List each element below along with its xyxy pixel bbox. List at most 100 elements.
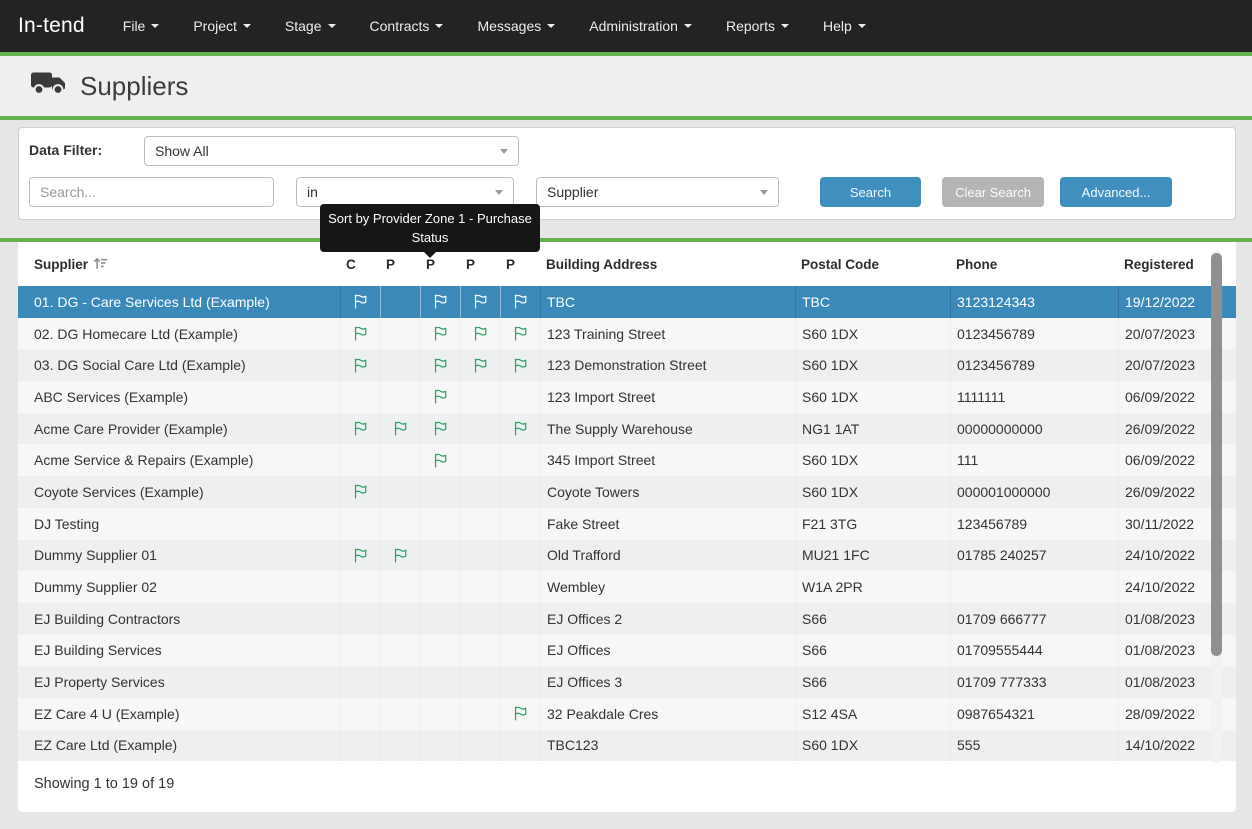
flag-icon xyxy=(352,483,369,500)
menu-administration[interactable]: Administration xyxy=(589,18,692,34)
flag-cell xyxy=(380,413,420,445)
flag-cell xyxy=(420,413,460,445)
postal-code: W1A 2PR xyxy=(795,571,950,603)
menu-file[interactable]: File xyxy=(123,18,160,34)
phone-number: 01785 240257 xyxy=(950,540,1118,572)
column-header-supplier[interactable]: Supplier xyxy=(26,255,340,274)
data-filter-select[interactable]: Show All xyxy=(144,136,519,166)
column-header-c[interactable]: C xyxy=(340,257,380,272)
flag-cell xyxy=(420,571,460,603)
clear-search-button[interactable]: Clear Search xyxy=(942,177,1044,207)
table-row[interactable]: 02. DG Homecare Ltd (Example)123 Trainin… xyxy=(18,318,1236,350)
postal-code: NG1 1AT xyxy=(795,413,950,445)
supplier-name: Acme Care Provider (Example) xyxy=(26,413,340,445)
flag-cell xyxy=(380,730,420,762)
scrollbar-thumb[interactable] xyxy=(1211,253,1222,656)
building-address: EJ Offices 3 xyxy=(540,666,795,698)
table-row[interactable]: EJ Building ServicesEJ OfficesS660170955… xyxy=(18,635,1236,667)
flag-cell xyxy=(340,508,380,540)
flag-cell xyxy=(460,603,500,635)
table-row[interactable]: DJ TestingFake StreetF21 3TG12345678930/… xyxy=(18,508,1236,540)
column-header-p4[interactable]: P xyxy=(500,257,540,272)
menu-messages[interactable]: Messages xyxy=(477,18,555,34)
search-button[interactable]: Search xyxy=(820,177,921,207)
table-row[interactable]: EZ Care Ltd (Example)TBC123S60 1DX55514/… xyxy=(18,730,1236,762)
phone-number: 0123456789 xyxy=(950,349,1118,381)
menu-label: Help xyxy=(823,18,852,34)
flag-cell xyxy=(340,666,380,698)
column-label: P xyxy=(466,257,475,272)
menu-project[interactable]: Project xyxy=(193,18,251,34)
flag-cell xyxy=(420,318,460,350)
table-row[interactable]: Dummy Supplier 01Old TraffordMU21 1FC017… xyxy=(18,540,1236,572)
menu-contracts[interactable]: Contracts xyxy=(370,18,444,34)
tooltip-arrow-icon xyxy=(424,252,436,258)
supplier-name: 02. DG Homecare Ltd (Example) xyxy=(26,318,340,350)
column-header-p3[interactable]: P xyxy=(460,257,500,272)
phone-number: 0987654321 xyxy=(950,698,1118,730)
flag-icon xyxy=(472,293,489,310)
search-field-select[interactable]: Supplier xyxy=(536,177,779,207)
vertical-scrollbar[interactable] xyxy=(1211,250,1222,763)
table-row[interactable]: 01. DG - Care Services Ltd (Example)TBCT… xyxy=(18,286,1236,318)
flag-cell xyxy=(420,698,460,730)
column-label: Registered xyxy=(1124,257,1194,272)
flag-cell xyxy=(500,603,540,635)
table-row[interactable]: EZ Care 4 U (Example)32 Peakdale CresS12… xyxy=(18,698,1236,730)
table-body: 01. DG - Care Services Ltd (Example)TBCT… xyxy=(18,286,1236,761)
flag-cell xyxy=(420,508,460,540)
advanced-button[interactable]: Advanced... xyxy=(1060,177,1172,207)
registered-date: 06/09/2022 xyxy=(1118,381,1210,413)
flag-cell xyxy=(500,381,540,413)
table-row[interactable]: Dummy Supplier 02WembleyW1A 2PR24/10/202… xyxy=(18,571,1236,603)
table-row[interactable]: 03. DG Social Care Ltd (Example) 123 Demo… xyxy=(18,349,1236,381)
supplier-name: 03. DG Social Care Ltd (Example) xyxy=(26,349,340,381)
menu-help[interactable]: Help xyxy=(823,18,866,34)
postal-code: MU21 1FC xyxy=(795,540,950,572)
table-row[interactable]: Acme Care Provider (Example)The Supply W… xyxy=(18,413,1236,445)
supplier-name: Dummy Supplier 02 xyxy=(26,571,340,603)
postal-code: S60 1DX xyxy=(795,318,950,350)
postal-code: S12 4SA xyxy=(795,698,950,730)
registered-date: 30/11/2022 xyxy=(1118,508,1210,540)
column-label: Phone xyxy=(956,257,997,272)
flag-cell xyxy=(380,286,420,318)
flag-cell xyxy=(460,730,500,762)
column-header-phone[interactable]: Phone xyxy=(950,257,1118,272)
page-header: Suppliers xyxy=(0,56,1252,116)
chevron-down-icon xyxy=(760,190,768,195)
flag-icon xyxy=(432,452,449,469)
table-row[interactable]: Coyote Services (Example)Coyote TowersS6… xyxy=(18,476,1236,508)
column-header-postal[interactable]: Postal Code xyxy=(795,257,950,272)
menu-stage[interactable]: Stage xyxy=(285,18,336,34)
chevron-down-icon xyxy=(151,24,159,28)
search-field-wrap xyxy=(29,177,274,207)
menu-label: Reports xyxy=(726,18,775,34)
phone-number: 000001000000 xyxy=(950,476,1118,508)
flag-icon xyxy=(392,547,409,564)
postal-code: S66 xyxy=(795,603,950,635)
flag-cell xyxy=(420,603,460,635)
table-row[interactable]: Acme Service & Repairs (Example)345 Impo… xyxy=(18,444,1236,476)
menu-label: Stage xyxy=(285,18,322,34)
column-label: P xyxy=(386,257,395,272)
menu-reports[interactable]: Reports xyxy=(726,18,789,34)
flag-cell xyxy=(340,318,380,350)
search-scope-select[interactable]: in xyxy=(296,177,514,207)
building-address: 123 Demonstration Street xyxy=(540,349,795,381)
search-input[interactable] xyxy=(40,184,247,200)
postal-code: S60 1DX xyxy=(795,476,950,508)
table-row[interactable]: ABC Services (Example)123 Import StreetS… xyxy=(18,381,1236,413)
flag-cell xyxy=(460,666,500,698)
column-header-p2[interactable]: P xyxy=(420,257,460,272)
column-header-address[interactable]: Building Address xyxy=(540,257,795,272)
table-row[interactable]: EJ Property ServicesEJ Offices 3S6601709… xyxy=(18,666,1236,698)
sort-tooltip-text: Sort by Provider Zone 1 - Purchase Statu… xyxy=(328,211,532,245)
column-header-registered[interactable]: Registered xyxy=(1118,257,1210,272)
table-row[interactable]: EJ Building ContractorsEJ Offices 2S6601… xyxy=(18,603,1236,635)
phone-number: 01709 777333 xyxy=(950,666,1118,698)
supplier-name: DJ Testing xyxy=(26,508,340,540)
column-header-p1[interactable]: P xyxy=(380,257,420,272)
building-address: TBC123 xyxy=(540,730,795,762)
supplier-name: EZ Care Ltd (Example) xyxy=(26,730,340,762)
